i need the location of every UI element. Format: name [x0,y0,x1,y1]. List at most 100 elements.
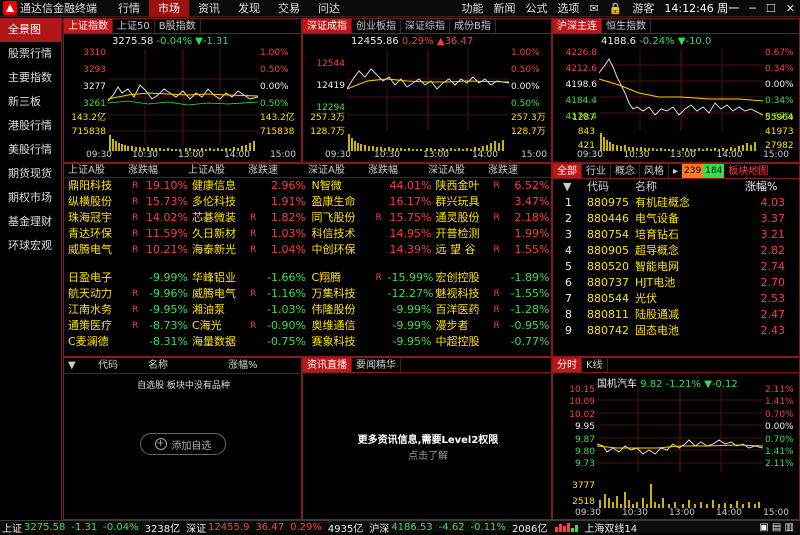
stock-name[interactable]: 科信技术 [308,226,376,242]
sidebar-item-qihuo[interactable]: 期货现货 [0,162,61,186]
stock-cell[interactable]: 远 望 谷 R 1.55% [432,242,552,258]
stock-row[interactable]: C麦澜德 -8.31% 海量数据 -0.75% 赛象科技 -9.95% 中超控股 -0.77% [64,334,551,350]
stock-name[interactable]: 久日新材 [188,226,250,242]
stock-cell[interactable]: 群兴玩具 3.47% [432,194,552,210]
menu-item-jiaoyi[interactable]: 交易 [269,0,309,17]
stock-cell[interactable]: 鼎阳科技 R 19.10% [64,178,188,194]
sidebar-item-meigu[interactable]: 美股行情 [0,138,61,162]
server-name[interactable]: 上海双线14 [584,520,637,535]
stock-name[interactable]: 远 望 谷 [432,242,494,258]
sidebar-item-xinsanban[interactable]: 新三板 [0,90,61,114]
menu-item-hangqing[interactable]: 行情 [109,0,149,17]
tab-sector-industry[interactable]: 行业 [582,164,611,178]
sector-name[interactable]: 电气设备 [635,211,745,227]
menu-item-faxian[interactable]: 发现 [229,0,269,17]
stock-name[interactable]: 威腾电气 [188,286,250,302]
stock-name[interactable]: 威腾电气 [64,242,132,258]
stock-cell[interactable]: 通策医疗 R -8.73% [64,318,188,334]
menu-item-zixun[interactable]: 资讯 [189,0,229,17]
stock-cell[interactable]: C海光 R -0.90% [188,318,308,334]
stock-name[interactable]: 航天动力 [64,286,132,302]
stock-name[interactable]: 漫步者 [432,318,494,334]
stock-name[interactable]: 江南水务 [64,302,132,318]
stock-name[interactable]: 日盈电子 [64,270,132,286]
sector-row[interactable]: 2 880446 电气设备 3.37 [553,211,799,227]
col-header[interactable]: 涨跌速 [484,164,544,177]
sector-row[interactable]: 5 880520 智能电网 2.74 [553,259,799,275]
tab-sector-style[interactable]: 风格 [640,164,669,178]
tab-shangzheng[interactable]: 上证指数 [64,19,113,33]
stock-cell[interactable]: 中创环保 14.39% [308,242,432,258]
stock-name[interactable]: 万集科技 [308,286,376,302]
stock-cell[interactable]: 宏创控股 -1.89% [432,270,552,286]
stock-cell[interactable]: 同飞股份 R 15.75% [308,210,432,226]
menu-item-xuanxiang[interactable]: 选项 [552,0,584,16]
stock-cell[interactable]: 航天动力 R -9.96% [64,286,188,302]
maximize-icon[interactable]: ☐ [761,2,781,15]
mail-icon[interactable]: ✉ [584,2,603,15]
sector-map-link[interactable]: 板块地图 [724,164,772,178]
col-header[interactable]: 上证A股 [184,164,244,177]
stock-name[interactable]: 赛象科技 [308,334,376,350]
tab-hengsheng[interactable]: 恒生指数 [602,19,651,33]
stock-row[interactable]: 珠海冠宇 R 14.02% 芯碁微装 R 1.82% 同飞股份 R 15.75% 通灵股份 R 2.1… [64,210,551,226]
stock-cell[interactable]: C麦澜德 -8.31% [64,334,188,350]
stock-name[interactable]: 多伦科技 [188,194,250,210]
stock-row[interactable]: 日盈电子 -9.99% 华峰铝业 -1.66% C翔腾 R -15.99% 宏创控股 -1.89… [64,270,551,286]
tab-hushen-zhulian[interactable]: 沪深主连 [553,19,602,33]
stock-name[interactable]: 宏创控股 [432,270,494,286]
stock-cell[interactable]: 魅视科技 R -1.55% [432,286,552,302]
close-icon[interactable]: ✕ [781,2,800,15]
stock-name[interactable]: N智微 [308,178,376,194]
stock-name[interactable]: 百洋医药 [432,302,494,318]
tab-shenzheng[interactable]: 深证成指 [303,19,352,33]
tab-chengfen-b[interactable]: 成份B指 [450,19,496,33]
stock-cell[interactable]: 盈康生命 16.17% [308,194,432,210]
stock-name[interactable]: 魅视科技 [432,286,494,302]
status-sh-label[interactable]: 上证 [2,520,22,535]
dropdown-icon[interactable]: ▸ [669,164,682,178]
sidebar-item-zhishu[interactable]: 主要指数 [0,66,61,90]
stock-row[interactable]: 通策医疗 R -8.73% C海光 R -0.90% 奥维通信 -9.99% 漫步者 R -0.95… [64,318,551,334]
stock-cell[interactable]: 芯碁微装 R 1.82% [188,210,308,226]
stock-name[interactable]: C麦澜德 [64,334,132,350]
tab-news-highlights[interactable]: 要闻精华 [352,358,401,372]
status-hs-label[interactable]: 沪深 [369,520,389,535]
sector-name[interactable]: 智能电网 [635,259,745,275]
status-sz-label[interactable]: 深证 [186,520,206,535]
sector-name[interactable]: 培育钻石 [635,227,745,243]
sector-row[interactable]: 7 880544 光伏 2.53 [553,291,799,307]
stock-name[interactable]: C海光 [188,318,250,334]
stock-name[interactable]: 中超控股 [432,334,494,350]
stock-row[interactable]: 鼎阳科技 R 19.10% 健康信息 2.96% N智微 44.01% 陕西金叶 R 6.52% [64,178,551,194]
stock-name[interactable]: 通策医疗 [64,318,132,334]
sector-name[interactable]: HJT电池 [635,275,745,291]
stock-cell[interactable]: 开普检测 1.99% [432,226,552,242]
sector-row[interactable]: 4 880905 超导概念 2.82 [553,243,799,259]
lock-icon[interactable]: 🔒 [604,2,628,15]
stock-cell[interactable]: 多伦科技 1.91% [188,194,308,210]
tab-intraday[interactable]: 分时 [553,358,582,372]
stock-cell[interactable]: 威腾电气 R -1.16% [188,286,308,302]
sector-row[interactable]: 9 880742 固态电池 2.43 [553,323,799,339]
sidebar-item-qiquan[interactable]: 期权市场 [0,186,61,210]
tab-news-live[interactable]: 资讯直播 [303,358,352,372]
menu-item-wenda[interactable]: 问达 [309,0,349,17]
sector-name[interactable]: 固态电池 [635,323,745,339]
sidebar-item-quanjingtu[interactable]: 全景图 [0,18,61,42]
tab-shangzheng50[interactable]: 上证50 [113,19,155,33]
user-label[interactable]: 游客 [627,0,659,16]
stock-name[interactable]: 伟隆股份 [308,302,376,318]
sector-row[interactable]: 3 880754 培育钻石 3.21 [553,227,799,243]
stock-name[interactable]: 陕西金叶 [432,178,494,194]
sidebar-item-jijin[interactable]: 基金理财 [0,210,61,234]
news-learn-more-link[interactable]: 点击了解 [303,447,553,462]
col-header[interactable]: 涨跌幅 [364,164,424,177]
sector-name[interactable]: 超导概念 [635,243,745,259]
col-header[interactable]: 上证A股 [64,164,124,177]
sector-row[interactable]: 8 880811 陆股通减 2.47 [553,307,799,323]
col-header[interactable]: 代码 [587,179,635,195]
stock-cell[interactable]: 青达环保 R 11.59% [64,226,188,242]
stock-name[interactable]: 湘油泵 [188,302,250,318]
stock-cell[interactable]: 漫步者 R -0.95% [432,318,552,334]
